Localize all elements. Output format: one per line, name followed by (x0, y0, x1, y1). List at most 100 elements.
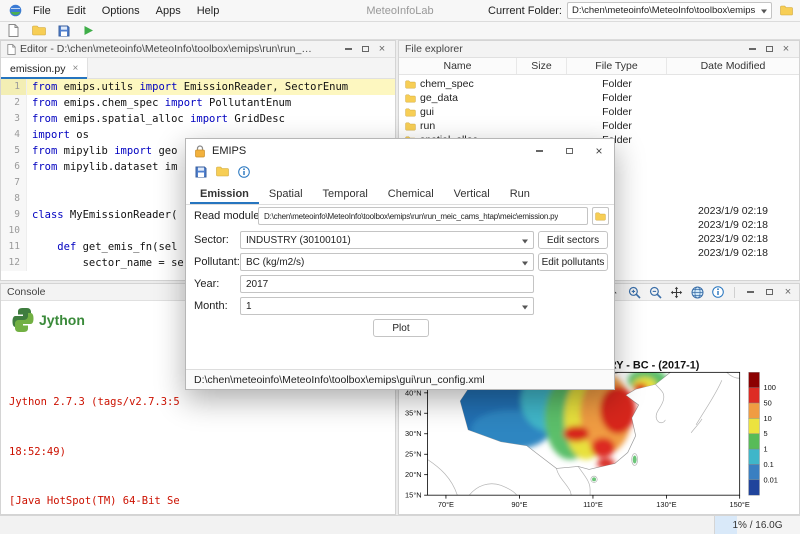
month-select[interactable]: 1 (240, 297, 534, 315)
identify-icon[interactable] (710, 285, 726, 300)
dropdown-arrow-icon (522, 239, 528, 246)
panel-minimize-icon[interactable] (745, 42, 759, 56)
dialog-maximize-icon[interactable] (554, 139, 584, 163)
plot-button[interactable]: Plot (373, 319, 429, 337)
file-table-header: Name Size File Type Date Modified (399, 58, 799, 75)
dialog-body: Read module: D:\chen\meteoinfo\MeteoInfo… (186, 205, 614, 369)
year-field[interactable]: 2017 (240, 275, 534, 293)
zoom-in-icon[interactable] (626, 285, 642, 300)
main-toolbar (0, 22, 800, 40)
config-path: D:\chen\meteoinfo\MeteoInfo\toolbox\emip… (194, 373, 485, 386)
x-tick: 70°E (438, 500, 454, 509)
panel-close-icon[interactable]: × (781, 285, 795, 299)
save-file-button[interactable] (55, 23, 72, 38)
file-name: run (420, 120, 436, 132)
code-line: 3 from emips.spatial_alloc import GridDes… (1, 111, 395, 127)
panel-float-icon[interactable] (762, 285, 776, 299)
table-row[interactable]: run Folder (399, 119, 799, 133)
folder-icon (405, 80, 416, 88)
tab-emission-py[interactable]: emission.py × (1, 58, 89, 79)
panel-minimize-icon[interactable] (341, 42, 355, 56)
pollutant-label: Pollutant: (194, 256, 240, 268)
column-date-modified[interactable]: Date Modified (667, 58, 799, 74)
column-file-type[interactable]: File Type (567, 58, 667, 74)
menu-file[interactable]: File (26, 3, 58, 19)
sector-value: INDUSTRY (30100101) (246, 234, 351, 246)
run-script-button[interactable] (80, 23, 97, 38)
pollutant-select[interactable]: BC (kg/m2/s) (240, 253, 534, 271)
edit-pollutants-button[interactable]: Edit pollutants (538, 253, 608, 271)
console-line: [Java HotSpot(TM) 64-Bit Se (9, 495, 180, 507)
line-number: 6 (1, 159, 27, 175)
file-type: Folder (602, 106, 632, 118)
x-tick: 150°E (730, 500, 750, 509)
tab-chemical[interactable]: Chemical (378, 183, 444, 204)
browse-folder-button[interactable] (777, 2, 795, 19)
file-name: ge_data (420, 92, 458, 104)
about-icon[interactable] (238, 165, 250, 181)
dialog-minimize-icon[interactable] (524, 139, 554, 163)
y-tick: 30°N (405, 429, 422, 438)
file-date: 2023/1/9 02:19 (697, 205, 769, 217)
y-tick: 35°N (405, 409, 422, 418)
meteoinfolab-window: File Edit Options Apps Help MeteoInfoLab… (0, 0, 800, 534)
statusbar: 1% / 16.0G (0, 515, 800, 534)
browse-module-button[interactable] (592, 207, 609, 225)
file-date: 2023/1/9 02:18 (697, 247, 769, 259)
open-config-icon[interactable] (216, 166, 229, 180)
tab-run[interactable]: Run (500, 183, 540, 204)
file-type: Folder (602, 78, 632, 90)
zoom-out-icon[interactable] (647, 285, 663, 300)
read-module-field[interactable]: D:\chen\meteoinfo\MeteoInfo\toolbox\emip… (258, 207, 588, 225)
new-script-button[interactable] (5, 23, 22, 38)
console-line: Jython 2.7.3 (tags/v2.7.3:5 (9, 396, 180, 408)
dropdown-arrow-icon (761, 9, 767, 17)
console-title: Console (7, 286, 46, 298)
table-row[interactable]: gui Folder (399, 105, 799, 119)
x-tick: 110°E (583, 500, 603, 509)
panel-close-icon[interactable]: × (779, 42, 793, 56)
menubar: File Edit Options Apps Help MeteoInfoLab… (0, 0, 800, 22)
line-number: 9 (1, 207, 27, 223)
panel-close-icon[interactable]: × (375, 42, 389, 56)
table-row[interactable]: chem_spec Folder (399, 77, 799, 91)
tab-emission[interactable]: Emission (190, 183, 259, 204)
dialog-close-icon[interactable]: × (584, 139, 614, 163)
sector-select[interactable]: INDUSTRY (30100101) (240, 231, 534, 249)
memory-indicator: 1% / 16.0G (714, 516, 800, 534)
year-value: 2017 (246, 278, 269, 290)
folder-icon (405, 94, 416, 102)
panel-float-icon[interactable] (762, 42, 776, 56)
tab-spatial[interactable]: Spatial (259, 183, 313, 204)
menu-apps[interactable]: Apps (149, 3, 188, 19)
current-folder-select[interactable]: D:\chen\meteoinfo\MeteoInfo\toolbox\emip… (567, 2, 772, 19)
menu-edit[interactable]: Edit (60, 3, 93, 19)
line-number: 10 (1, 223, 27, 239)
menu-options[interactable]: Options (95, 3, 147, 19)
globe-icon[interactable] (689, 285, 705, 300)
jython-logo-text: Jython (39, 312, 85, 328)
y-tick: 25°N (405, 450, 422, 459)
column-name[interactable]: Name (399, 58, 517, 74)
app-logo-icon (6, 2, 24, 19)
colorbar-label: 0.01 (763, 475, 777, 484)
tab-close-icon[interactable]: × (72, 63, 78, 74)
read-module-label: Read module: (194, 210, 263, 222)
open-file-button[interactable] (30, 23, 47, 38)
tab-temporal[interactable]: Temporal (313, 183, 378, 204)
menu-help[interactable]: Help (190, 3, 227, 19)
save-config-icon[interactable] (195, 166, 207, 181)
editor-tabbar: emission.py × (1, 58, 395, 79)
panel-float-icon[interactable] (358, 42, 372, 56)
code-line: 1 from emips.utils import EmissionReader,… (1, 79, 395, 95)
colorbar (748, 372, 760, 496)
edit-sectors-button[interactable]: Edit sectors (538, 231, 608, 249)
pan-icon[interactable] (668, 285, 684, 300)
table-row[interactable]: ge_data Folder (399, 91, 799, 105)
read-module-value: D:\chen\meteoinfo\MeteoInfo\toolbox\emip… (264, 211, 559, 221)
tab-vertical[interactable]: Vertical (444, 183, 500, 204)
column-size[interactable]: Size (517, 58, 567, 74)
editor-panel-header: Editor - D:\chen\meteoinfo\MeteoInfo\too… (1, 41, 395, 58)
file-type: Folder (602, 92, 632, 104)
panel-minimize-icon[interactable] (743, 285, 757, 299)
